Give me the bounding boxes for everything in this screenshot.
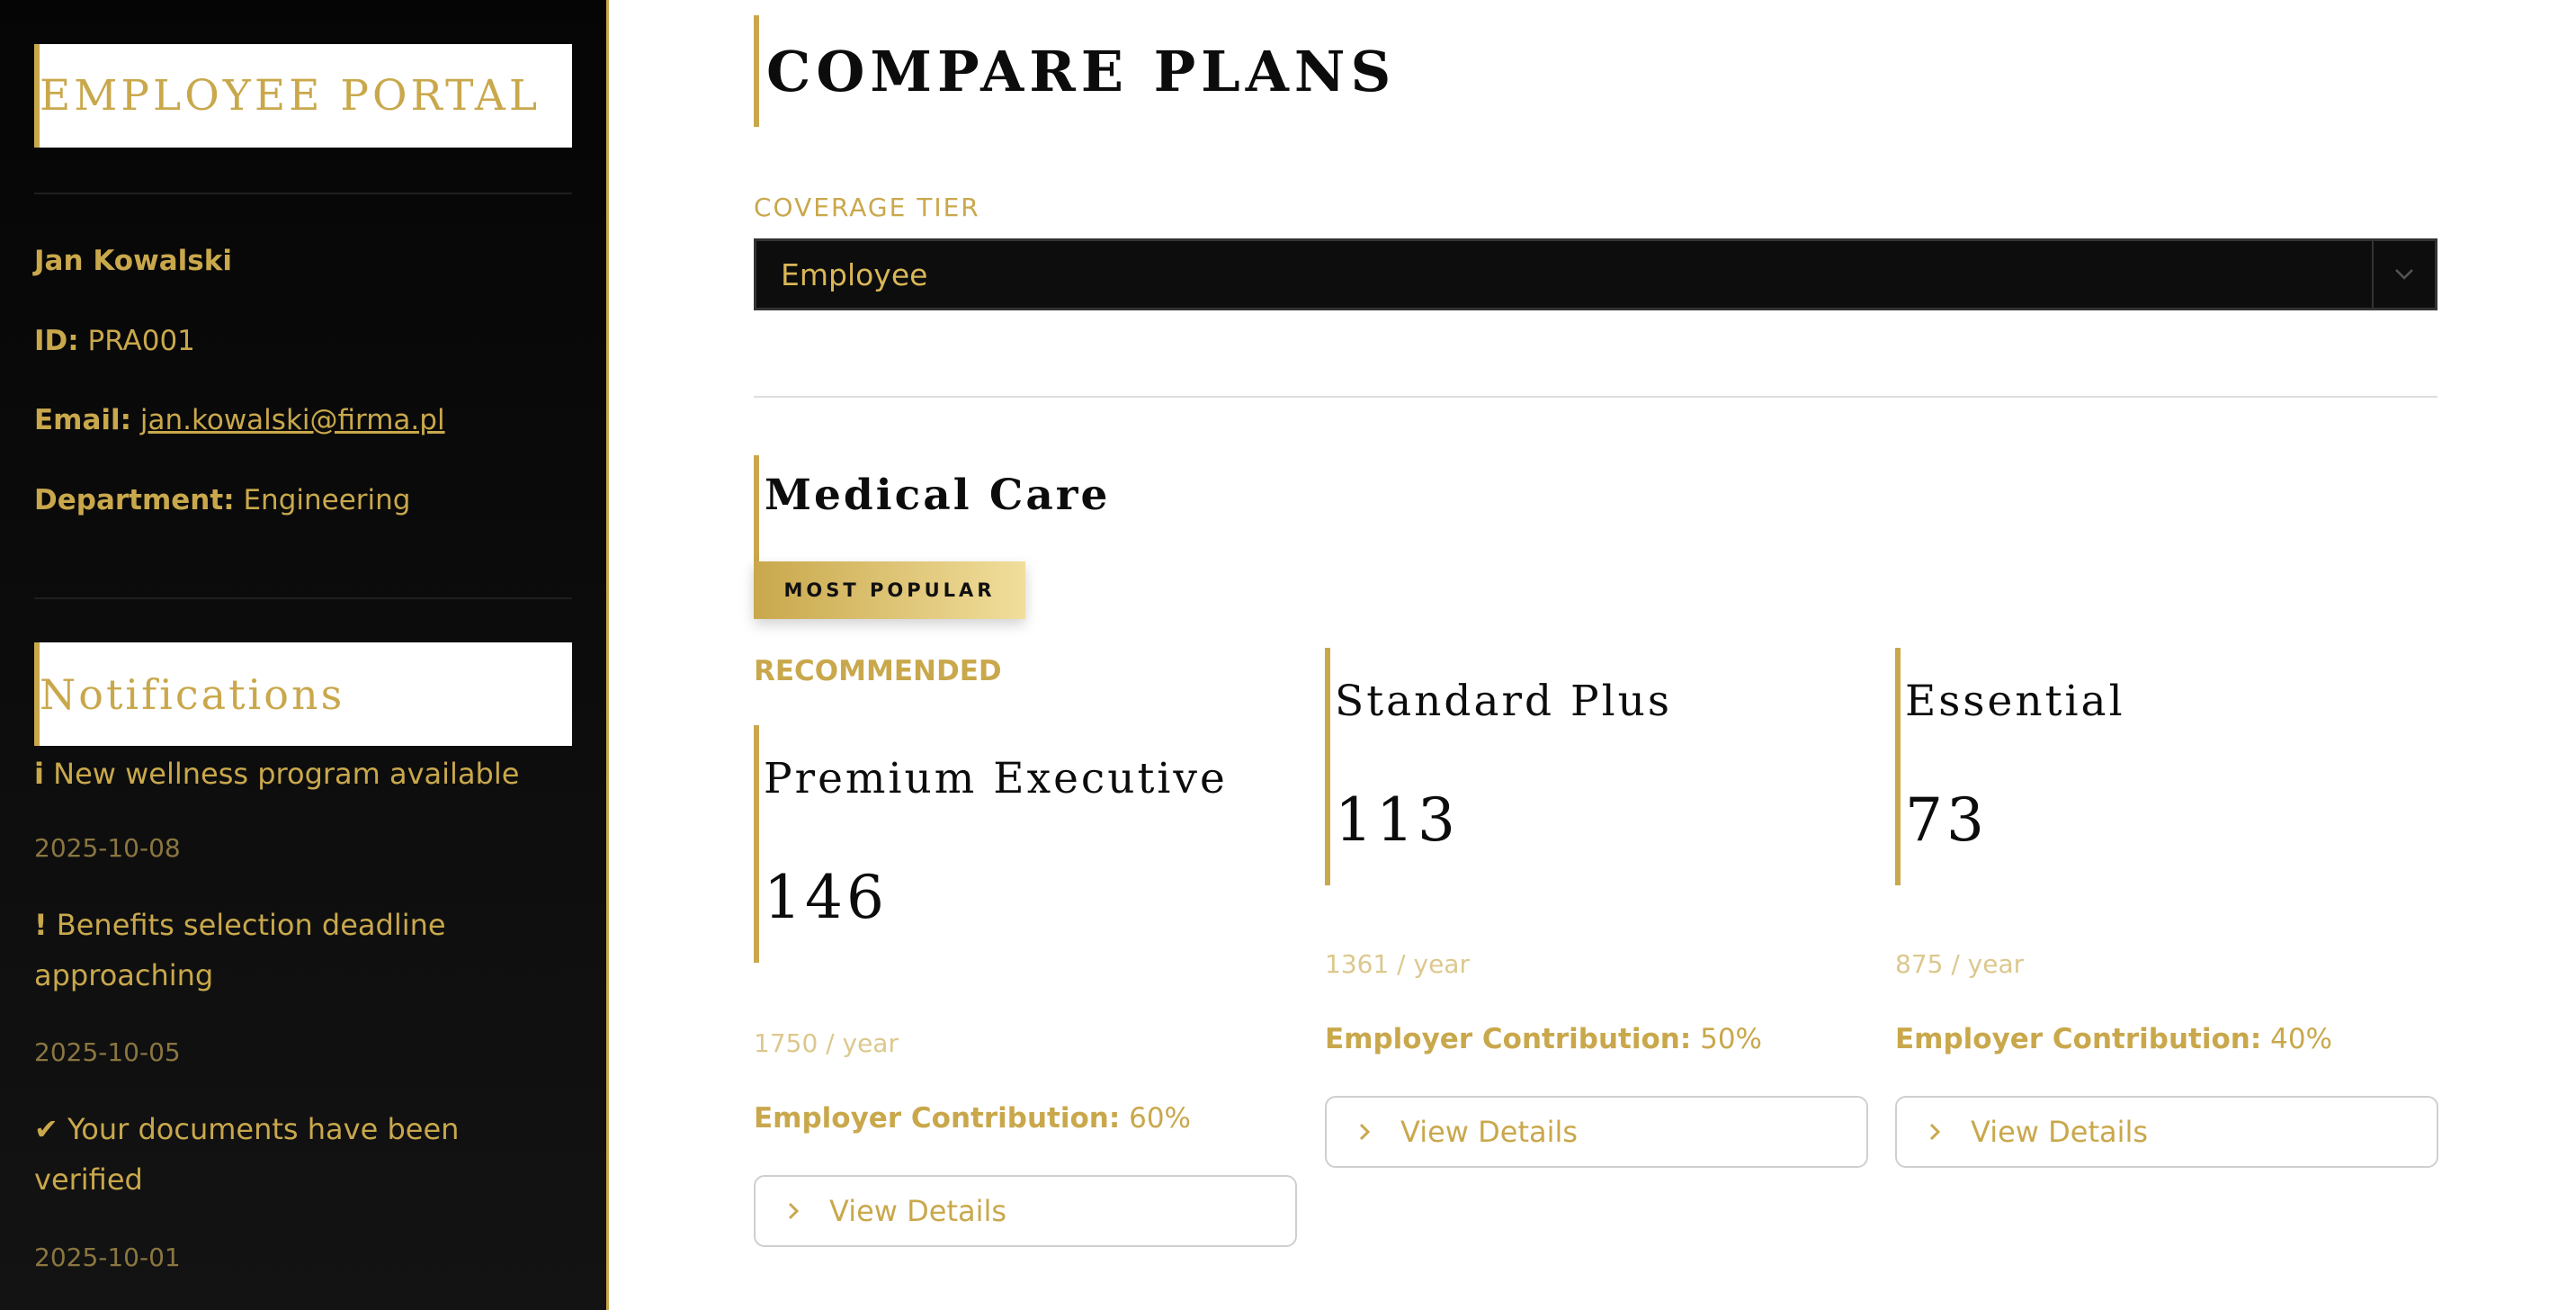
plan-name: Standard Plus [1325, 648, 1672, 754]
plan-yearly-cost: 875 / year [1895, 949, 2025, 979]
sidebar-divider [34, 597, 572, 599]
notification-date: 2025-10-05 [34, 1037, 181, 1067]
plan-price: 73 [1895, 754, 1988, 885]
checkmark-icon: ✔ [34, 1112, 58, 1146]
notification-item[interactable]: i New wellness program available [34, 749, 556, 799]
user-name: Jan Kowalski [34, 245, 232, 277]
alert-icon: ! [34, 908, 48, 942]
recommended-label: RECOMMENDED [754, 655, 1002, 687]
contribution-value: 40% [2270, 1023, 2332, 1055]
chevron-right-icon [1929, 1117, 1941, 1148]
user-department-label: Department: [34, 484, 235, 516]
user-email: Email: jan.kowalski@firma.pl [34, 404, 445, 436]
sidebar: EMPLOYEE PORTAL Jan Kowalski ID: PRA001 … [0, 0, 609, 1310]
sidebar-divider [34, 193, 572, 194]
coverage-tier-select[interactable]: Employee [754, 238, 2437, 310]
notification-text: Benefits selection deadline approaching [34, 908, 446, 992]
employer-contribution: Employer Contribution: 40% [1895, 1023, 2332, 1055]
plan-yearly-cost: 1361 / year [1325, 949, 1470, 979]
chevron-right-icon [1359, 1117, 1371, 1148]
coverage-tier-value: Employee [781, 256, 928, 292]
plan-yearly-cost: 1750 / year [754, 1028, 899, 1058]
portal-title: EMPLOYEE PORTAL [34, 44, 572, 148]
notification-date: 2025-10-08 [34, 833, 181, 863]
chevron-right-icon [788, 1196, 800, 1227]
notification-text: New wellness program available [53, 757, 520, 791]
view-details-label: View Details [1971, 1115, 2149, 1149]
notification-date: 2025-10-01 [34, 1243, 181, 1272]
view-details-button[interactable]: View Details [1895, 1096, 2438, 1168]
contribution-label: Employer Contribution: [1325, 1023, 1692, 1055]
employer-contribution: Employer Contribution: 60% [754, 1102, 1191, 1135]
notification-item[interactable]: ! Benefits selection deadline approachin… [34, 900, 556, 1000]
user-id-value: PRA001 [87, 325, 195, 357]
notification-item[interactable]: ✔ Your documents have been verified [34, 1104, 556, 1205]
contribution-label: Employer Contribution: [1895, 1023, 2262, 1055]
view-details-button[interactable]: View Details [754, 1175, 1297, 1247]
plan-name: Premium Executive [754, 725, 1228, 831]
info-icon: i [34, 757, 44, 791]
user-id: ID: PRA001 [34, 325, 195, 357]
view-details-label: View Details [829, 1194, 1007, 1228]
plan-price: 113 [1325, 754, 1459, 885]
section-title: Medical Care [754, 455, 1110, 561]
user-id-label: ID: [34, 325, 79, 357]
user-email-label: Email: [34, 404, 132, 436]
contribution-value: 60% [1129, 1102, 1191, 1135]
most-popular-badge: MOST POPULAR [754, 561, 1025, 619]
contribution-value: 50% [1700, 1023, 1762, 1055]
view-details-label: View Details [1400, 1115, 1579, 1149]
section-divider [754, 396, 2437, 398]
view-details-button[interactable]: View Details [1325, 1096, 1868, 1168]
employer-contribution: Employer Contribution: 50% [1325, 1023, 1762, 1055]
plan-name: Essential [1895, 648, 2125, 754]
notification-text: Your documents have been verified [34, 1112, 460, 1197]
user-department-value: Engineering [243, 484, 411, 516]
page-title: COMPARE PLANS [754, 15, 1396, 127]
plan-price: 146 [754, 831, 888, 963]
user-department: Department: Engineering [34, 484, 410, 516]
contribution-label: Employer Contribution: [754, 1102, 1121, 1135]
notifications-title: Notifications [34, 642, 572, 746]
coverage-tier-label: COVERAGE TIER [754, 193, 980, 222]
chevron-down-icon[interactable] [2372, 241, 2435, 308]
user-email-link[interactable]: jan.kowalski@firma.pl [140, 404, 445, 436]
